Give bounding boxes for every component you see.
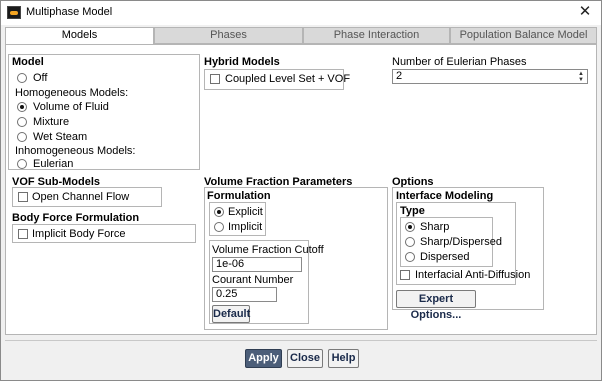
courant-label: Courant Number: [212, 274, 294, 286]
courant-input[interactable]: 0.25: [212, 287, 277, 302]
apply-button[interactable]: Apply: [245, 349, 282, 368]
implicit-radio[interactable]: [214, 222, 224, 232]
inhomogeneous-heading: Inhomogeneous Models:: [15, 145, 136, 157]
model-vof-radio[interactable]: [17, 102, 27, 112]
coupled-level-set-checkbox[interactable]: [210, 74, 220, 84]
implicit-label: Implicit: [228, 221, 263, 233]
model-wet-steam-radio[interactable]: [17, 132, 27, 142]
dispersed-label: Dispersed: [420, 251, 470, 263]
title-bar: Multiphase Model ✕: [1, 1, 601, 25]
window-title: Multiphase Model: [26, 6, 113, 18]
tab-phase-interaction[interactable]: Phase Interaction: [303, 27, 450, 44]
anti-diffusion-label: Interfacial Anti-Diffusion: [415, 269, 531, 281]
model-off-label: Off: [33, 72, 48, 84]
explicit-label: Explicit: [228, 206, 263, 218]
tab-population-balance-model[interactable]: Population Balance Model: [450, 27, 597, 44]
coupled-level-set-label: Coupled Level Set + VOF: [225, 73, 351, 85]
models-panel: Model Off Homogeneous Models: Volume of …: [5, 44, 597, 335]
tab-models[interactable]: Models: [5, 27, 154, 45]
model-heading: Model: [12, 56, 44, 68]
tab-phases[interactable]: Phases: [154, 27, 303, 44]
model-off-radio[interactable]: [17, 73, 27, 83]
implicit-body-force-checkbox[interactable]: [18, 229, 28, 239]
app-logo-icon: [7, 6, 21, 19]
explicit-radio[interactable]: [214, 207, 224, 217]
model-eulerian-label: Eulerian: [33, 158, 74, 170]
body-force-heading: Body Force Formulation: [12, 212, 140, 224]
sharp-label: Sharp: [420, 221, 450, 233]
sharp-dispersed-label: Sharp/Dispersed: [420, 236, 502, 248]
implicit-body-force-label: Implicit Body Force: [32, 228, 126, 240]
eulerian-phases-label: Number of Eulerian Phases: [392, 56, 527, 68]
eulerian-phases-input[interactable]: 2: [392, 69, 588, 84]
multiphase-model-window: Multiphase Model ✕ Models Phases Phase I…: [0, 0, 602, 381]
anti-diffusion-checkbox[interactable]: [400, 270, 410, 280]
cutoff-label: Volume Fraction Cutoff: [212, 244, 324, 256]
spin-down-icon[interactable]: ▼: [576, 77, 586, 83]
close-button[interactable]: Close: [287, 349, 323, 368]
sharp-dispersed-radio[interactable]: [405, 237, 415, 247]
expert-options-button[interactable]: Expert Options...: [396, 290, 476, 321]
hybrid-heading: Hybrid Models: [204, 56, 280, 68]
model-eulerian-radio[interactable]: [17, 159, 27, 169]
model-vof-label: Volume of Fluid: [33, 101, 109, 113]
formulation-heading: Formulation: [207, 190, 271, 202]
model-mixture-label: Mixture: [33, 116, 70, 128]
open-channel-flow-checkbox[interactable]: [18, 192, 28, 202]
cutoff-input[interactable]: 1e-06: [212, 257, 302, 272]
default-button[interactable]: Default: [212, 305, 250, 323]
interface-modeling-heading: Interface Modeling: [396, 190, 494, 202]
footer-divider: [5, 340, 597, 341]
model-mixture-radio[interactable]: [17, 117, 27, 127]
open-channel-flow-label: Open Channel Flow: [32, 191, 130, 203]
tab-bar: Models Phases Phase Interaction Populati…: [5, 27, 597, 45]
dispersed-radio[interactable]: [405, 252, 415, 262]
homogeneous-heading: Homogeneous Models:: [15, 87, 129, 99]
model-wet-steam-label: Wet Steam: [33, 131, 88, 143]
type-heading: Type: [400, 205, 425, 217]
help-button[interactable]: Help: [328, 349, 359, 368]
close-icon[interactable]: ✕: [575, 3, 595, 21]
sharp-radio[interactable]: [405, 222, 415, 232]
